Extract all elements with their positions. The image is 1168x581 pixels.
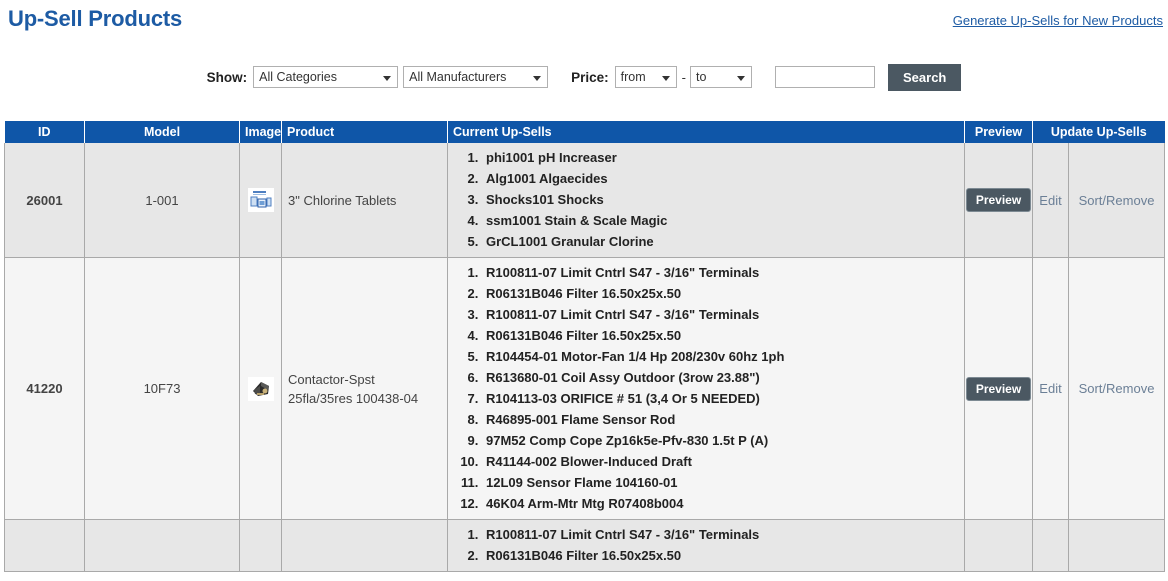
cell-sort-remove [1067, 519, 1166, 572]
column-header-image[interactable]: Image [239, 121, 282, 143]
cell-model: 1-001 [84, 143, 240, 258]
table-body: 26001 1-001 3" Chlorine Tablets 1. phi10… [4, 143, 1166, 572]
upsell-products-page: Up-Sell Products Generate Up-Sells for N… [0, 0, 1168, 581]
cell-preview: Preview [964, 257, 1033, 520]
column-header-model[interactable]: Model [84, 121, 240, 143]
cell-sort-remove: Sort/Remove [1067, 143, 1166, 258]
upsell-list: R100811-07 Limit Cntrl S47 - 3/16" Termi… [448, 265, 964, 512]
cell-id [4, 519, 85, 572]
cell-edit: Edit [1032, 257, 1069, 520]
edit-link[interactable]: Edit [1039, 381, 1061, 396]
cell-product: 3" Chlorine Tablets [281, 143, 448, 258]
upsell-item: R100811-07 Limit Cntrl S47 - 3/16" Termi… [482, 265, 964, 281]
preview-button[interactable]: Preview [965, 188, 1032, 212]
cell-sort-remove: Sort/Remove [1067, 257, 1166, 520]
upsell-list: phi1001 pH Increaser Alg1001 Algaecides … [448, 150, 964, 250]
page-header: Up-Sell Products Generate Up-Sells for N… [0, 0, 1168, 46]
sort-remove-link[interactable]: Sort/Remove [1079, 193, 1155, 208]
upsell-item: R100811-07 Limit Cntrl S47 - 3/16" Termi… [482, 527, 964, 543]
manufacturers-select[interactable]: All Manufacturers [403, 66, 549, 88]
upsell-item: R104454-01 Motor-Fan 1/4 Hp 208/230v 60h… [482, 349, 964, 365]
preview-button[interactable]: Preview [965, 376, 1032, 401]
cell-upsells: R100811-07 Limit Cntrl S47 - 3/16" Termi… [447, 257, 965, 520]
cell-image [239, 143, 282, 258]
column-header-update-upsells: Update Up-Sells [1032, 121, 1165, 143]
filter-toolbar: Show: All Categories All Manufacturers P… [0, 57, 1168, 97]
cell-id: 41220 [4, 257, 85, 520]
cell-product [281, 519, 448, 572]
upsell-item: R06131B046 Filter 16.50x25x.50 [482, 548, 964, 564]
upsell-item: phi1001 pH Increaser [482, 150, 964, 166]
categories-select[interactable]: All Categories [253, 66, 399, 88]
cell-id: 26001 [4, 143, 85, 258]
cell-upsells: R100811-07 Limit Cntrl S47 - 3/16" Termi… [447, 519, 965, 572]
cell-preview [964, 519, 1033, 572]
price-to-value: to [696, 70, 707, 84]
column-header-id[interactable]: ID [4, 121, 85, 143]
upsell-item: R46895-001 Flame Sensor Rod [482, 412, 964, 428]
column-header-product[interactable]: Product [281, 121, 448, 143]
upsell-item: Alg1001 Algaecides [482, 171, 964, 187]
upsell-item: ssm1001 Stain & Scale Magic [482, 213, 964, 229]
column-header-upsells[interactable]: Current Up-Sells [447, 121, 965, 143]
cell-model: 10F73 [84, 257, 240, 520]
show-label: Show: [206, 69, 248, 85]
price-label: Price: [571, 69, 609, 85]
cell-edit [1032, 519, 1069, 572]
upsell-item: R06131B046 Filter 16.50x25x.50 [482, 286, 964, 302]
table-row: 41220 10F73 Contactor-Spst 25fla/35res 1… [4, 257, 1166, 520]
upsell-item: R104113-03 ORIFICE # 51 (3,4 Or 5 NEEDED… [482, 391, 964, 407]
column-header-preview: Preview [964, 121, 1033, 143]
price-range-separator: - [681, 69, 686, 85]
table-row: R100811-07 Limit Cntrl S47 - 3/16" Termi… [4, 519, 1166, 572]
cell-model [84, 519, 240, 572]
upsell-list: R100811-07 Limit Cntrl S47 - 3/16" Termi… [448, 527, 964, 564]
cell-product: Contactor-Spst 25fla/35res 100438-04 [281, 257, 448, 520]
generate-upsells-link[interactable]: Generate Up-Sells for New Products [953, 13, 1163, 28]
price-to-select[interactable]: to [690, 66, 752, 88]
upsell-item: GrCL1001 Granular Clorine [482, 234, 964, 250]
cell-upsells: phi1001 pH Increaser Alg1001 Algaecides … [447, 143, 965, 258]
upsell-item: Shocks101 Shocks [482, 192, 964, 208]
search-button[interactable]: Search [888, 63, 962, 91]
price-from-select[interactable]: from [614, 66, 677, 88]
chlorine-tablets-thumbnail-icon[interactable] [247, 188, 274, 212]
price-from-value: from [620, 70, 646, 84]
edit-link[interactable]: Edit [1039, 193, 1061, 208]
table-header-row: ID Model Image Product Current Up-Sells … [4, 121, 1165, 143]
upsell-item: 46K04 Arm-Mtr Mtg R07408b004 [482, 496, 964, 512]
page-title: Up-Sell Products [8, 6, 183, 31]
upsell-item: R06131B046 Filter 16.50x25x.50 [482, 328, 964, 344]
categories-select-value: All Categories [259, 70, 337, 84]
upsell-item: R100811-07 Limit Cntrl S47 - 3/16" Termi… [482, 307, 964, 323]
contactor-thumbnail-icon[interactable] [247, 376, 274, 401]
upsell-item: R41144-002 Blower-Induced Draft [482, 454, 964, 470]
manufacturers-select-value: All Manufacturers [409, 70, 507, 84]
cell-image [239, 519, 282, 572]
cell-image [239, 257, 282, 520]
cell-preview: Preview [964, 143, 1033, 258]
search-input[interactable] [775, 66, 875, 88]
sort-remove-link[interactable]: Sort/Remove [1079, 381, 1155, 396]
table-row: 26001 1-001 3" Chlorine Tablets 1. phi10… [4, 143, 1166, 258]
upsell-item: R613680-01 Coil Assy Outdoor (3row 23.88… [482, 370, 964, 386]
cell-edit: Edit [1032, 143, 1069, 258]
upsell-item: 97M52 Comp Cope Zp16k5e-Pfv-830 1.5t P (… [482, 433, 964, 449]
upsell-item: 12L09 Sensor Flame 104160-01 [482, 475, 964, 491]
upsell-products-table: ID Model Image Product Current Up-Sells … [4, 121, 1166, 572]
